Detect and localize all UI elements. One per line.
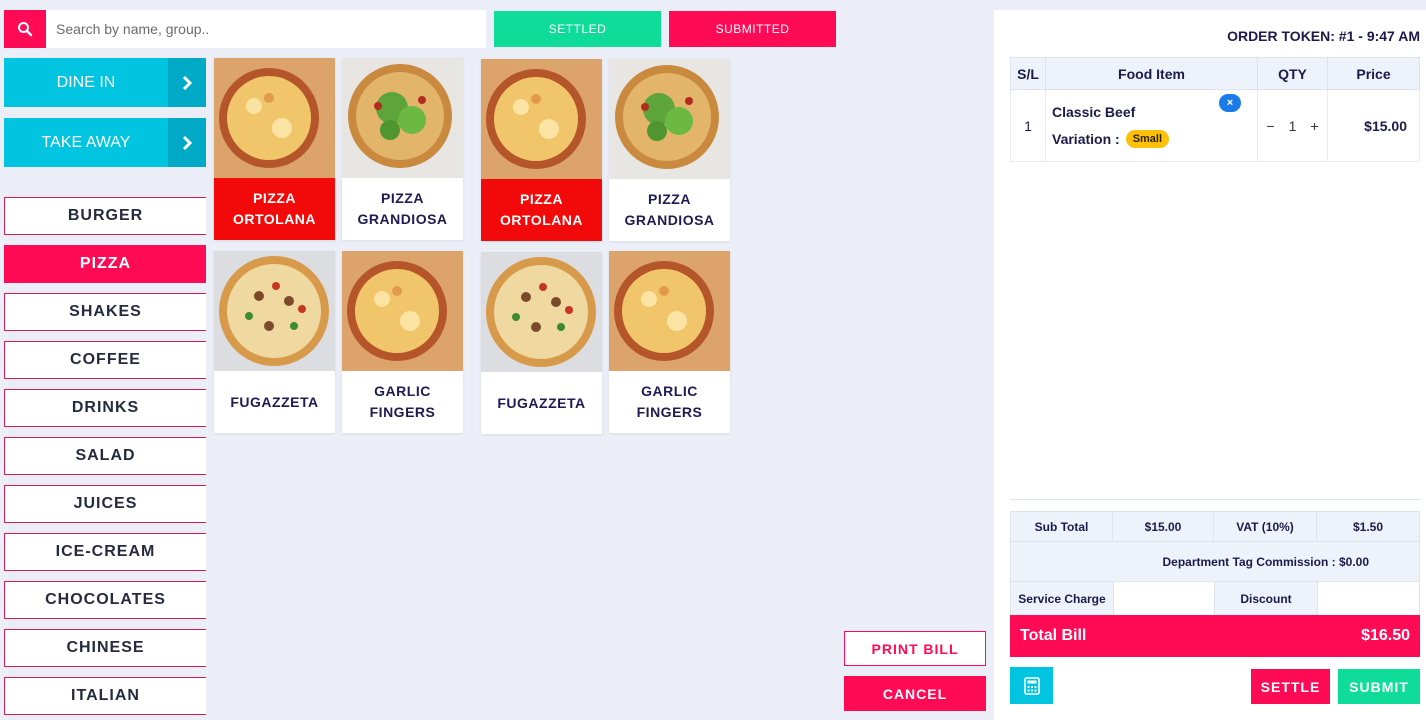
product-name: PIZZA GRANDIOSA (357, 190, 448, 227)
col-price: Price (1327, 57, 1420, 90)
pizza-image (609, 59, 730, 179)
search-button[interactable] (4, 10, 46, 48)
col-sl: S/L (1010, 57, 1046, 90)
search-icon (18, 22, 33, 37)
product-name: GARLIC FINGERS (369, 383, 436, 420)
product-name: PIZZA ORTOLANA (214, 178, 335, 240)
minus-icon[interactable]: − (1266, 118, 1274, 134)
product-name: PIZZA ORTOLANA (481, 179, 602, 241)
total-bill-label: Total Bill (1020, 627, 1087, 644)
product-card[interactable]: FUGAZZETA (214, 251, 335, 433)
chevron-right-icon (168, 58, 206, 107)
totals-box: Sub Total $15.00 VAT (10%) $1.50 Departm… (1010, 511, 1420, 617)
product-card[interactable]: PIZZA ORTOLANA (214, 58, 335, 240)
category-burger[interactable]: BURGER (4, 197, 206, 235)
order-table: S/L Food Item QTY Price 1 × Classic Beef… (1010, 57, 1420, 162)
product-card[interactable]: GARLIC FINGERS (342, 251, 463, 433)
submitted-button[interactable]: SUBMITTED (669, 11, 836, 47)
chevron-right-icon (168, 118, 206, 167)
plus-icon[interactable]: + (1310, 118, 1318, 134)
divider (1010, 499, 1420, 500)
cancel-button[interactable]: CANCEL (844, 676, 986, 711)
pizza-image (214, 58, 335, 178)
service-charge-input[interactable] (1114, 582, 1215, 616)
pizza-image (342, 251, 463, 371)
item-variation: Variation : Small (1052, 129, 1257, 148)
dept-commission: Department Tag Commission : $0.00 (1162, 554, 1370, 569)
row-qty: − 1 + (1257, 89, 1328, 162)
qty-value: 1 (1288, 117, 1297, 134)
subtotal-label: Sub Total (1011, 512, 1113, 541)
pizza-image (214, 251, 335, 371)
pizza-image (609, 251, 730, 371)
product-name: FUGAZZETA (230, 393, 319, 410)
table-row: 1 × Classic Beef Variation : Small − 1 + (1010, 89, 1420, 162)
submit-button[interactable]: SUBMIT (1338, 669, 1420, 704)
col-qty: QTY (1257, 57, 1328, 90)
calculator-button[interactable] (1010, 667, 1053, 704)
print-bill-button[interactable]: PRINT BILL (844, 631, 986, 666)
calculator-icon (1023, 676, 1040, 695)
service-charge-label: Service Charge (1011, 582, 1114, 616)
settled-button[interactable]: SETTLED (494, 11, 661, 47)
order-token: ORDER TOKEN: #1 - 9:47 AM (1227, 28, 1420, 44)
category-list: BURGER PIZZA SHAKES COFFEE DRINKS SALAD … (4, 197, 206, 720)
pizza-image (481, 59, 602, 179)
category-pizza[interactable]: PIZZA (4, 245, 206, 283)
product-card[interactable]: GARLIC FINGERS (609, 251, 730, 433)
category-shakes[interactable]: SHAKES (4, 293, 206, 331)
product-card[interactable]: FUGAZZETA (481, 252, 602, 434)
category-chocolates[interactable]: CHOCOLATES (4, 581, 206, 619)
product-name: PIZZA GRANDIOSA (624, 191, 715, 228)
category-juices[interactable]: JUICES (4, 485, 206, 523)
variation-label: Variation : (1052, 130, 1120, 147)
vat-value: $1.50 (1317, 512, 1419, 541)
category-italian[interactable]: ITALIAN (4, 677, 206, 715)
close-icon: × (1226, 97, 1234, 109)
product-card[interactable]: PIZZA GRANDIOSA (609, 59, 730, 241)
product-card[interactable]: PIZZA GRANDIOSA (342, 58, 463, 240)
total-bill-bar: Total Bill $16.50 (1010, 615, 1420, 657)
discount-input[interactable] (1318, 582, 1419, 616)
pizza-image (481, 252, 602, 372)
discount-label: Discount (1215, 582, 1318, 616)
product-card[interactable]: PIZZA ORTOLANA (481, 59, 602, 241)
take-away-button[interactable]: TAKE AWAY (4, 118, 206, 167)
product-name: FUGAZZETA (497, 394, 586, 411)
category-chinese[interactable]: CHINESE (4, 629, 206, 667)
order-panel: ORDER TOKEN: #1 - 9:47 AM S/L Food Item … (994, 10, 1426, 720)
settle-button[interactable]: SETTLE (1251, 669, 1330, 704)
remove-item-button[interactable]: × (1219, 94, 1241, 112)
row-item: × Classic Beef Variation : Small (1045, 89, 1258, 162)
pizza-image (342, 58, 463, 178)
category-drinks[interactable]: DRINKS (4, 389, 206, 427)
variation-badge: Small (1125, 129, 1170, 148)
category-coffee[interactable]: COFFEE (4, 341, 206, 379)
row-sl: 1 (1010, 89, 1046, 162)
dine-in-button[interactable]: DINE IN (4, 58, 206, 107)
col-food-item: Food Item (1045, 57, 1258, 90)
subtotal-value: $15.00 (1113, 512, 1214, 541)
category-ice-cream[interactable]: ICE-CREAM (4, 533, 206, 571)
total-bill-value: $16.50 (1361, 627, 1410, 644)
vat-label: VAT (10%) (1214, 512, 1317, 541)
category-salad[interactable]: SALAD (4, 437, 206, 475)
search-input[interactable] (46, 10, 486, 48)
product-name: GARLIC FINGERS (636, 383, 703, 420)
row-price: $15.00 (1327, 89, 1420, 162)
